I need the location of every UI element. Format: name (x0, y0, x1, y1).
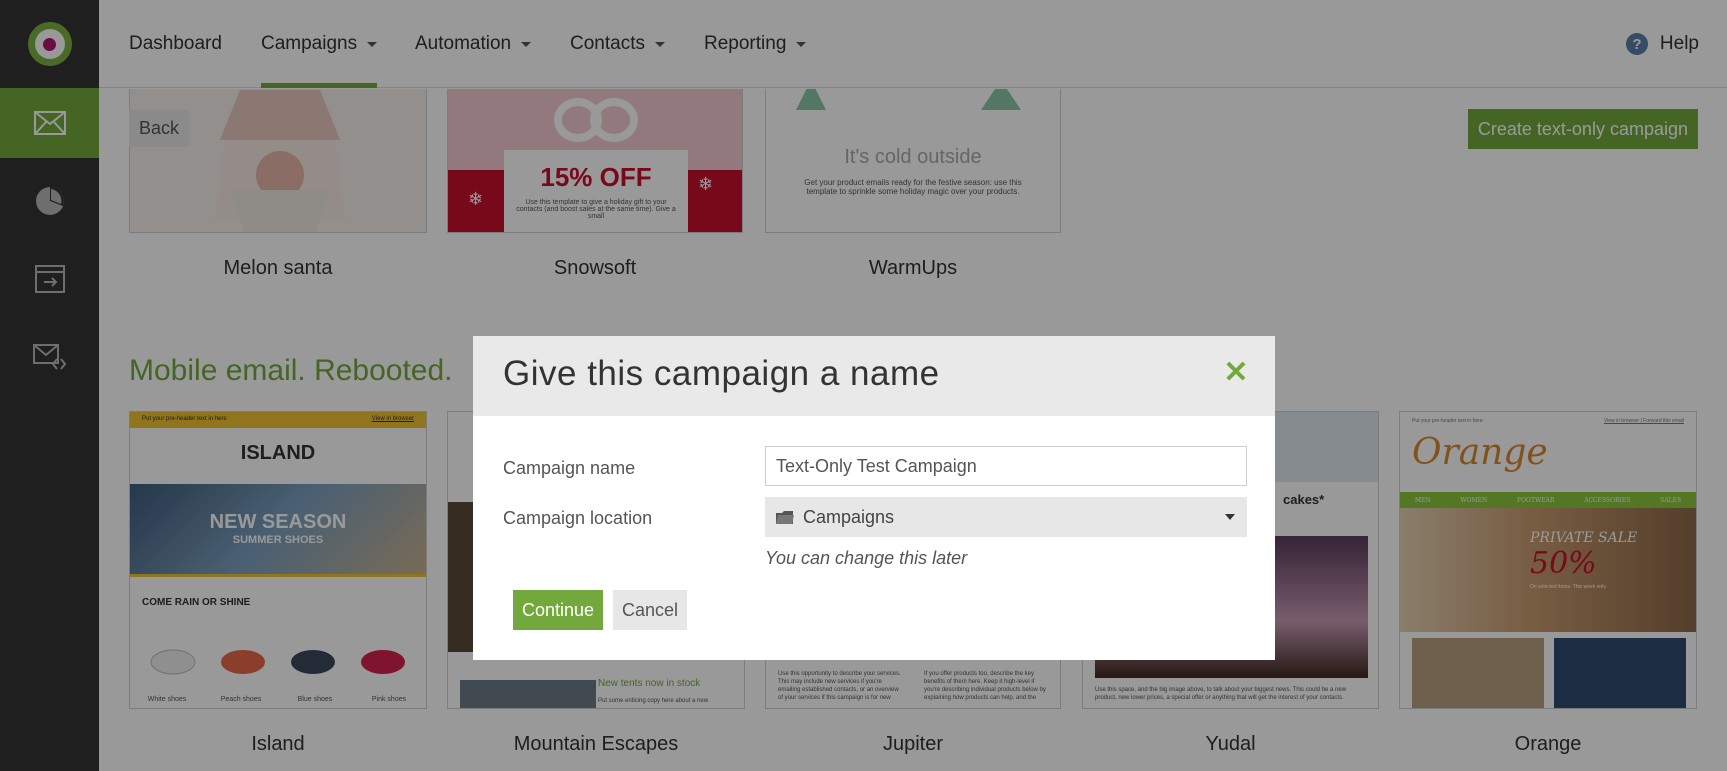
campaign-location-label: Campaign location (503, 508, 653, 528)
campaign-name-input[interactable] (765, 446, 1247, 486)
location-value: Campaigns (803, 506, 895, 527)
location-hint: You can change this later (765, 548, 968, 568)
continue-button[interactable]: Continue (513, 590, 604, 630)
dialog-header: Give this campaign a name ✕ (473, 336, 1275, 416)
name-campaign-dialog: Give this campaign a name ✕ Campaign nam… (473, 336, 1275, 660)
close-icon[interactable]: ✕ (1221, 358, 1251, 388)
campaign-location-select[interactable]: Campaigns (765, 497, 1247, 537)
campaign-name-label: Campaign name (503, 458, 636, 478)
folder-icon (776, 511, 794, 524)
dialog-title: Give this campaign a name (503, 354, 940, 393)
cancel-button[interactable]: Cancel (613, 590, 688, 630)
chevron-down-icon (1225, 514, 1235, 520)
